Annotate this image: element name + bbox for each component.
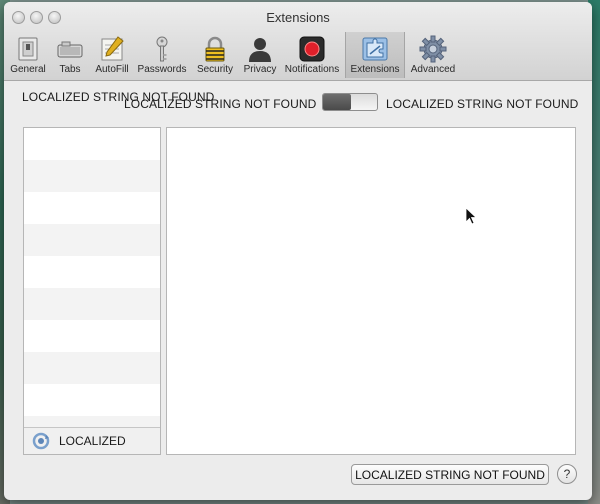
tab-security-label: Security xyxy=(196,64,234,75)
tab-autofill-label: AutoFill xyxy=(95,64,129,75)
general-switch-icon xyxy=(18,37,38,61)
extension-detail-pane xyxy=(166,127,576,455)
person-silhouette-icon xyxy=(249,38,271,62)
help-button[interactable]: ? xyxy=(557,464,577,484)
tab-general-label: General xyxy=(10,64,46,75)
tab-notifications[interactable]: Notifications xyxy=(281,32,343,78)
list-row xyxy=(24,288,160,320)
list-row xyxy=(24,320,160,352)
updates-button[interactable]: LOCALIZED STRING NOT FOUND xyxy=(351,464,549,485)
tab-extensions-label: Extensions xyxy=(350,64,400,75)
tabs-icon xyxy=(57,41,83,58)
tab-general[interactable]: General xyxy=(8,32,48,78)
list-row xyxy=(24,160,160,192)
tab-privacy-label: Privacy xyxy=(243,64,277,75)
tab-advanced-label: Advanced xyxy=(410,64,456,75)
key-icon xyxy=(156,36,168,62)
tab-tabs-label: Tabs xyxy=(59,64,81,75)
list-row xyxy=(24,384,160,416)
list-row xyxy=(24,128,160,160)
refresh-arrows-icon xyxy=(32,432,50,450)
autofill-pencil-icon xyxy=(101,36,124,61)
preferences-window: Extensions General Tabs AutoFill Passwor… xyxy=(4,2,592,500)
updates-row[interactable]: LOCALIZED xyxy=(24,427,160,454)
window-toolbar: Extensions General Tabs AutoFill Passwor… xyxy=(4,2,592,81)
toggle-left-label: LOCALIZED STRING NOT FOUND xyxy=(124,97,317,111)
padlock-icon xyxy=(205,36,225,62)
toggle-knob[interactable] xyxy=(323,94,351,110)
extensions-list[interactable]: LOCALIZED xyxy=(23,127,161,455)
puzzle-icon xyxy=(362,37,388,61)
notification-icon xyxy=(299,36,325,62)
mouse-cursor-icon xyxy=(465,207,477,225)
list-row xyxy=(24,256,160,288)
tab-advanced[interactable]: Advanced xyxy=(407,32,459,78)
gear-icon xyxy=(419,35,447,63)
extensions-on-off-toggle[interactable] xyxy=(322,93,378,111)
tab-extensions[interactable]: Extensions xyxy=(345,32,405,78)
toggle-right-label: LOCALIZED STRING NOT FOUND xyxy=(386,97,579,111)
tab-notifications-label: Notifications xyxy=(284,64,340,75)
tab-tabs[interactable]: Tabs xyxy=(50,32,90,78)
tab-privacy[interactable]: Privacy xyxy=(240,32,280,78)
list-row xyxy=(24,224,160,256)
window-title: Extensions xyxy=(266,10,330,25)
list-row xyxy=(24,192,160,224)
tab-passwords[interactable]: Passwords xyxy=(135,32,189,78)
updates-label: LOCALIZED xyxy=(59,434,126,448)
tab-passwords-label: Passwords xyxy=(137,64,187,75)
tab-security[interactable]: Security xyxy=(192,32,238,78)
tab-autofill[interactable]: AutoFill xyxy=(91,32,133,78)
list-row xyxy=(24,352,160,384)
